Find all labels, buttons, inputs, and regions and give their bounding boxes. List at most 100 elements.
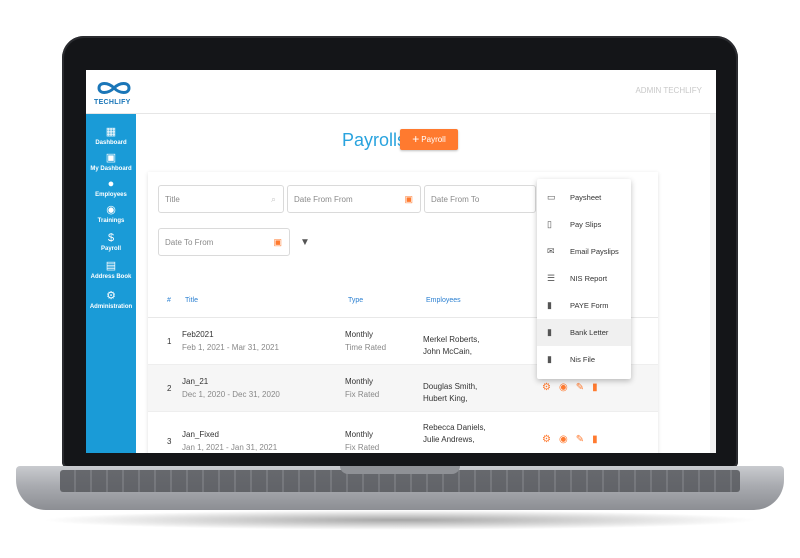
- column-header-number: #: [167, 297, 171, 304]
- laptop-shadow: [40, 510, 760, 530]
- delete-icon[interactable]: ▮: [592, 382, 606, 393]
- techlify-logo-icon: [97, 82, 131, 94]
- add-payroll-button[interactable]: + Payroll: [400, 129, 458, 150]
- row-number: 2: [167, 384, 172, 393]
- plus-icon: +: [412, 132, 420, 146]
- sidebar-item-label: Dashboard: [95, 140, 127, 146]
- user-menu[interactable]: ADMIN TECHLIFY: [635, 86, 702, 95]
- row-employee: Julie Andrews,: [423, 435, 475, 444]
- row-actions: ⚙◉✎▮: [542, 434, 606, 445]
- sidebar-item-trainings[interactable]: ◉ Trainings: [86, 204, 136, 225]
- sidebar-item-label: Administration: [89, 304, 133, 310]
- sidebar: ▦ Dashboard ▣ My Dashboard ● Employees ◉…: [86, 114, 136, 453]
- row-type: Monthly: [345, 377, 374, 386]
- delete-icon[interactable]: ▮: [592, 434, 606, 445]
- list-icon: ☰: [547, 273, 556, 283]
- title-filter-input[interactable]: [159, 186, 283, 212]
- menu-item-nis-report[interactable]: ☰ NIS Report: [537, 265, 631, 292]
- row-employee: John McCain,: [423, 347, 472, 356]
- row-number: 3: [167, 437, 172, 446]
- column-header-employees: Employees: [426, 297, 461, 304]
- filter-icon[interactable]: ▼: [300, 237, 310, 248]
- menu-item-label: Nis File: [570, 355, 596, 364]
- document-icon: ▮: [547, 300, 552, 310]
- row-type: Monthly: [345, 330, 374, 339]
- row-dates: Jan 1, 2021 - Jan 31, 2021: [182, 443, 278, 452]
- row-dates: Dec 1, 2020 - Dec 31, 2020: [182, 390, 280, 399]
- sidebar-item-label: Trainings: [97, 218, 125, 224]
- payroll-actions-menu: ▭ Paysheet ▯ Pay Slips ✉ Email Payslips …: [537, 179, 631, 379]
- sidebar-item-my-dashboard[interactable]: ▣ My Dashboard: [86, 152, 136, 173]
- menu-item-label: Bank Letter: [570, 328, 609, 337]
- menu-item-label: NIS Report: [570, 274, 608, 283]
- sidebar-item-employees[interactable]: ● Employees: [86, 178, 136, 199]
- date-from-to-input[interactable]: [425, 186, 535, 212]
- edit-icon[interactable]: ✎: [576, 434, 592, 445]
- sidebar-item-administration[interactable]: ⚙ Administration: [86, 290, 136, 311]
- edit-icon[interactable]: ✎: [576, 382, 592, 393]
- sidebar-item-label: Employees: [95, 192, 127, 198]
- search-icon: ⌕: [270, 194, 276, 204]
- column-header-type: Type: [348, 297, 364, 304]
- dashboard-icon: ▦: [105, 126, 117, 138]
- logo-text: TECHLIFY: [94, 99, 131, 106]
- add-payroll-label: Payroll: [421, 135, 446, 144]
- menu-item-email-payslips[interactable]: ✉ Email Payslips: [537, 238, 631, 265]
- row-title: Jan_21: [182, 377, 209, 386]
- row-dates: Feb 1, 2021 - Mar 31, 2021: [182, 343, 279, 352]
- email-icon: ✉: [547, 246, 555, 256]
- calendar-icon: ▣: [404, 194, 413, 204]
- address-book-icon: ▤: [105, 260, 117, 272]
- menu-item-label: Email Payslips: [570, 247, 619, 256]
- sidebar-item-dashboard[interactable]: ▦ Dashboard: [86, 126, 136, 147]
- date-from-from-input[interactable]: [288, 186, 420, 212]
- row-employee: Hubert King,: [423, 394, 468, 403]
- settings-icon[interactable]: ⚙: [542, 434, 559, 445]
- menu-item-paye-form[interactable]: ▮ PAYE Form: [537, 292, 631, 319]
- employees-icon: ●: [107, 178, 115, 190]
- view-icon[interactable]: ◉: [559, 382, 576, 393]
- menu-item-paysheet[interactable]: ▭ Paysheet: [537, 184, 631, 211]
- page-title: Payrolls: [342, 130, 407, 150]
- view-icon[interactable]: ◉: [559, 434, 576, 445]
- sidebar-item-address-book[interactable]: ▤ Address Book: [86, 260, 136, 281]
- row-actions: ⚙◉✎▮: [542, 382, 606, 393]
- column-header-title: Title: [185, 297, 198, 304]
- menu-item-bank-letter[interactable]: ▮ Bank Letter: [537, 319, 631, 346]
- row-employee: Merkel Roberts,: [423, 335, 480, 344]
- table-row[interactable]: 3 Jan_Fixed Jan 1, 2021 - Jan 31, 2021 M…: [148, 412, 658, 453]
- payroll-icon: $: [107, 232, 115, 244]
- menu-item-nis-file[interactable]: ▮ Nis File: [537, 346, 631, 373]
- row-type: Monthly: [345, 430, 374, 439]
- calendar-icon: ▣: [273, 237, 282, 247]
- sidebar-item-label: Address Book: [90, 274, 132, 280]
- menu-item-pay-slips[interactable]: ▯ Pay Slips: [537, 211, 631, 238]
- menu-item-label: PAYE Form: [570, 301, 609, 310]
- page-scrollbar[interactable]: [710, 114, 716, 453]
- top-bar: TECHLIFY ADMIN TECHLIFY: [86, 70, 716, 114]
- row-rate: Time Rated: [345, 343, 387, 352]
- settings-icon[interactable]: ⚙: [542, 382, 559, 393]
- paysheet-icon: ▭: [547, 192, 556, 202]
- title-filter[interactable]: ⌕: [158, 185, 284, 213]
- row-employee: Douglas Smith,: [423, 382, 478, 391]
- date-to-from-filter[interactable]: ▣: [158, 228, 290, 256]
- row-title: Feb2021: [182, 330, 214, 339]
- sidebar-item-label: Payroll: [100, 246, 121, 252]
- app-screen: TECHLIFY ADMIN TECHLIFY ▦ Dashboard ▣ My…: [86, 70, 716, 453]
- sidebar-item-label: My Dashboard: [90, 166, 132, 172]
- date-from-to-filter[interactable]: [424, 185, 536, 213]
- document-icon: ▮: [547, 354, 552, 364]
- pay-slips-icon: ▯: [547, 219, 552, 229]
- laptop-notch: [340, 466, 460, 474]
- date-from-from-filter[interactable]: ▣: [287, 185, 421, 213]
- row-employee: Rebecca Daniels,: [423, 423, 486, 432]
- row-number: 1: [167, 337, 172, 346]
- date-to-from-input[interactable]: [159, 229, 289, 255]
- administration-icon: ⚙: [106, 290, 116, 302]
- row-rate: Fix Rated: [345, 390, 380, 399]
- sidebar-item-payroll[interactable]: $ Payroll: [86, 232, 136, 253]
- menu-item-label: Pay Slips: [570, 220, 602, 229]
- row-title: Jan_Fixed: [182, 430, 219, 439]
- my-dashboard-icon: ▣: [105, 152, 117, 164]
